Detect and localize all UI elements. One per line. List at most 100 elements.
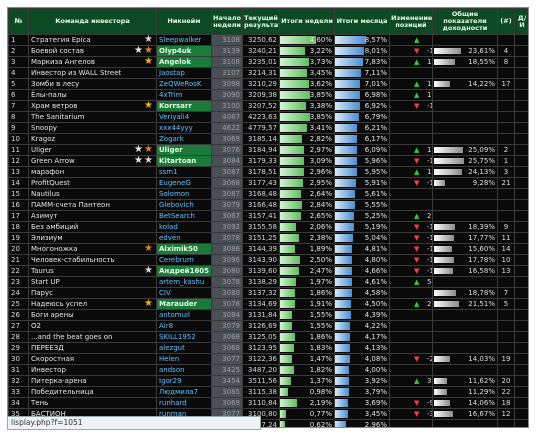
header-start[interactable]: Начало недели (211, 8, 243, 35)
table-row[interactable]: 20 Многоножка ★ Alximik50 3086 3144,39 1,89% 4,… (8, 243, 528, 255)
header-hash[interactable]: (#) (497, 8, 515, 35)
nickname-link[interactable]: Alximik50 (156, 243, 212, 255)
nickname-link[interactable]: Igor29 (156, 375, 212, 387)
table-row[interactable]: 12 Green Arrow ★ ★ Kitartoan 3084 3179,33 3,09%… (8, 155, 528, 167)
header-dm[interactable]: Д/И (514, 8, 528, 35)
nickname-link[interactable]: CIV (156, 287, 212, 299)
header-num[interactable]: № (8, 8, 29, 35)
table-row[interactable]: 10 Kragoz Zogark 3069 3185,14 2,82% 6,17% (8, 133, 528, 145)
month-result-cell: 3,92% (334, 375, 390, 387)
header-nick[interactable]: Никнейм (156, 8, 212, 35)
nickname-link[interactable]: Людмила7 (156, 386, 212, 398)
nickname-link[interactable]: kolad (156, 221, 212, 233)
table-row[interactable]: 7 Храм ветров ★ Korrsarr 3100 3207,52 3,38% 6,9… (8, 100, 528, 112)
table-row[interactable]: 5 Зомби в лесу ZeQWeRosK 3098 3210,29 3,62% 7,… (8, 78, 528, 90)
dm-value (514, 34, 528, 46)
position-change-value: 5 (427, 278, 432, 286)
table-row[interactable]: 8 The Sanitarium Veriyali4 4067 4223,63 3,85%… (8, 111, 528, 123)
month-result-bar (335, 91, 360, 99)
table-row[interactable]: 21 Человек-стабильность Cerebrum 3096 3143,9… (8, 254, 528, 266)
table-row[interactable]: 33 Победительница Людмила7 3085 3115,38 0,98%… (8, 386, 528, 398)
nickname-link[interactable]: Solomon (156, 188, 212, 200)
nickname-link[interactable]: Glebovich (156, 199, 212, 211)
table-row[interactable]: 11 Uliger ★ ★ Uliger 3076 3184,94 2,97% 6,09% ▲ 1 2… (8, 144, 528, 156)
nickname-link[interactable]: xxx44yyy (156, 122, 212, 134)
table-row[interactable]: 27 O2 Air8 3079 3126,69 1,55% 4,22% (8, 320, 528, 332)
nickname-link[interactable]: Zogark (156, 133, 212, 145)
table-row[interactable]: 30 Скоростная Helen 3077 3122,36 1,47% 4,08% ▼ -… (8, 353, 528, 365)
table-row[interactable]: 2 Боевой состав ★ ★ Olyp4uk 3139 3240,21 3,22% 8… (8, 45, 528, 57)
nickname-link[interactable]: antomuil (156, 309, 212, 321)
start-value: 3078 (211, 276, 243, 288)
arrow-down-icon: ▼ (414, 256, 420, 264)
current-value: 3157,41 (242, 210, 280, 222)
week-result-value: 3,09% (309, 157, 332, 165)
nickname-link[interactable]: alezgut (156, 342, 212, 354)
week-result-value: 1,86% (309, 289, 332, 297)
header-team[interactable]: Команда инвестора (28, 8, 157, 35)
table-row[interactable]: 13 марафон ssm1 3087 3178,51 2,96% 5,95% ▲ 1 24,1… (8, 166, 528, 178)
nickname-link[interactable]: Cerebrum (156, 254, 212, 266)
nickname-link[interactable]: Marauder (156, 298, 212, 310)
nickname-link[interactable]: Air8 (156, 320, 212, 332)
week-result-bar (280, 377, 291, 385)
week-result-bar (280, 179, 303, 187)
table-row[interactable]: 31 Инвестор andson 3425 3487,20 1,82% 4,00% (8, 364, 528, 376)
position-change-cell (389, 133, 433, 145)
total-return-bar (434, 81, 450, 87)
month-result-cell: 7,01% (334, 78, 390, 90)
header-total[interactable]: Общие показатели доходности (432, 8, 498, 35)
table-row[interactable]: 32 Питерка-арена Igor29 3454 3511,56 1,37% 3,9… (8, 375, 528, 387)
table-row[interactable]: 15 Nautilus Solomon 3087 3168,48 2,64% 5,61% (8, 188, 528, 200)
table-row[interactable]: 16 ПАММ-счета Пантеон Glebovich 3079 3166,48… (8, 199, 528, 211)
nickname-link[interactable]: BetSearch (156, 210, 212, 222)
month-result-value: 6,79% (364, 113, 387, 121)
header-month[interactable]: Итоги месяца (334, 8, 390, 35)
table-row[interactable]: 23 Start UP artem_kashu 3078 3138,29 1,97% 4,6… (8, 276, 528, 288)
nickname-link[interactable]: Korrsarr (156, 100, 212, 112)
nickname-link[interactable]: Angelok (156, 56, 212, 68)
orange-star-icon: ★ (134, 144, 143, 155)
nickname-link[interactable]: SKILL1952 (156, 331, 212, 343)
table-row[interactable]: 1 Стратегия Epica ★ Sleepwalker 3108 3250,62 4… (8, 34, 528, 46)
nickname-link[interactable]: Uliger (156, 144, 212, 156)
nickname-link[interactable]: Андрей1605 (156, 265, 212, 277)
nickname-link[interactable]: runhard (156, 397, 212, 409)
header-change[interactable]: Изменение позиций (389, 8, 433, 35)
table-row[interactable]: 14 ProfitQuest EugeneG 3068 3177,43 2,95% 5,91… (8, 177, 528, 189)
nickname-link[interactable]: Olyp4uk (156, 45, 212, 57)
nickname-link[interactable]: Sleepwalker (156, 34, 212, 46)
header-week[interactable]: Итоги недели (279, 8, 335, 35)
nickname-link[interactable]: Helen (156, 353, 212, 365)
month-result-bar (335, 377, 349, 385)
nickname-link[interactable]: Kitartoan (156, 155, 212, 167)
table-row[interactable]: 17 Азимут BetSearch 3067 3157,41 2,65% 5,25% ▲ 2 (8, 210, 528, 222)
table-row[interactable]: 26 Боги арены antomuil 3084 3131,84 1,55% 4,39… (8, 309, 528, 321)
position-change-cell: ▲ 1 (389, 166, 433, 178)
header-current[interactable]: Текущий результат (242, 8, 280, 35)
nickname-link[interactable]: EugeneG (156, 177, 212, 189)
table-row[interactable]: 3 Маркиза Ангелов ★ Angelok 3108 3235,01 3,73%… (8, 56, 528, 68)
nickname-link[interactable]: ZeQWeRosK (156, 78, 212, 90)
table-row[interactable]: 29 ПЕРЕЕЗД alezgut 3068 3123,95 1,83% 4,13% (8, 342, 528, 354)
table-row[interactable]: 34Тень runhard30693110,84 2,19% 3,69%▼-9 14,… (8, 397, 528, 409)
nickname-link[interactable]: 4xTrim (156, 89, 212, 101)
week-result-bar (280, 157, 304, 165)
table-row[interactable]: 28 ...and the beat goes on SKILL1952 3068 31… (8, 331, 528, 343)
table-row[interactable]: 9 Snoopy xxx44yyy 4622 4779,57 3,41% 6,21% (8, 122, 528, 134)
table-row[interactable]: 24 Парус CIV 3080 3137,32 1,86% 4,58% 18,78% 7 (8, 287, 528, 299)
table-row[interactable]: 6 Ёлы-палы 4xTrim 3090 3209,38 3,85% 6,98% ▲ 1 (8, 89, 528, 101)
dm-value (514, 111, 528, 123)
table-row[interactable]: 22 Taurus ★ Андрей1605 3080 3139,60 2,47% 4,66%… (8, 265, 528, 277)
nickname-link[interactable]: ssm1 (156, 166, 212, 178)
nickname-link[interactable]: Veriyali4 (156, 111, 212, 123)
table-row[interactable]: 18 Без амбиций kolad 3092 3155,58 2,06% 5,19% ▼… (8, 221, 528, 233)
dm-value (514, 309, 528, 321)
nickname-link[interactable]: artem_kashu (156, 276, 212, 288)
table-row[interactable]: 4 Инвестор из WALL Street Jaostap 3107 3214,… (8, 67, 528, 79)
nickname-link[interactable]: Jaostap (156, 67, 212, 79)
nickname-link[interactable]: edven (156, 232, 212, 244)
table-row[interactable]: 19Элизиум edven30783151,25 2,38% 5,04%▼-1 17… (8, 232, 528, 244)
nickname-link[interactable]: andson (156, 364, 212, 376)
table-row[interactable]: 25 Надеюсь успел ★ Marauder 3076 3134,69 1,91%… (8, 298, 528, 310)
